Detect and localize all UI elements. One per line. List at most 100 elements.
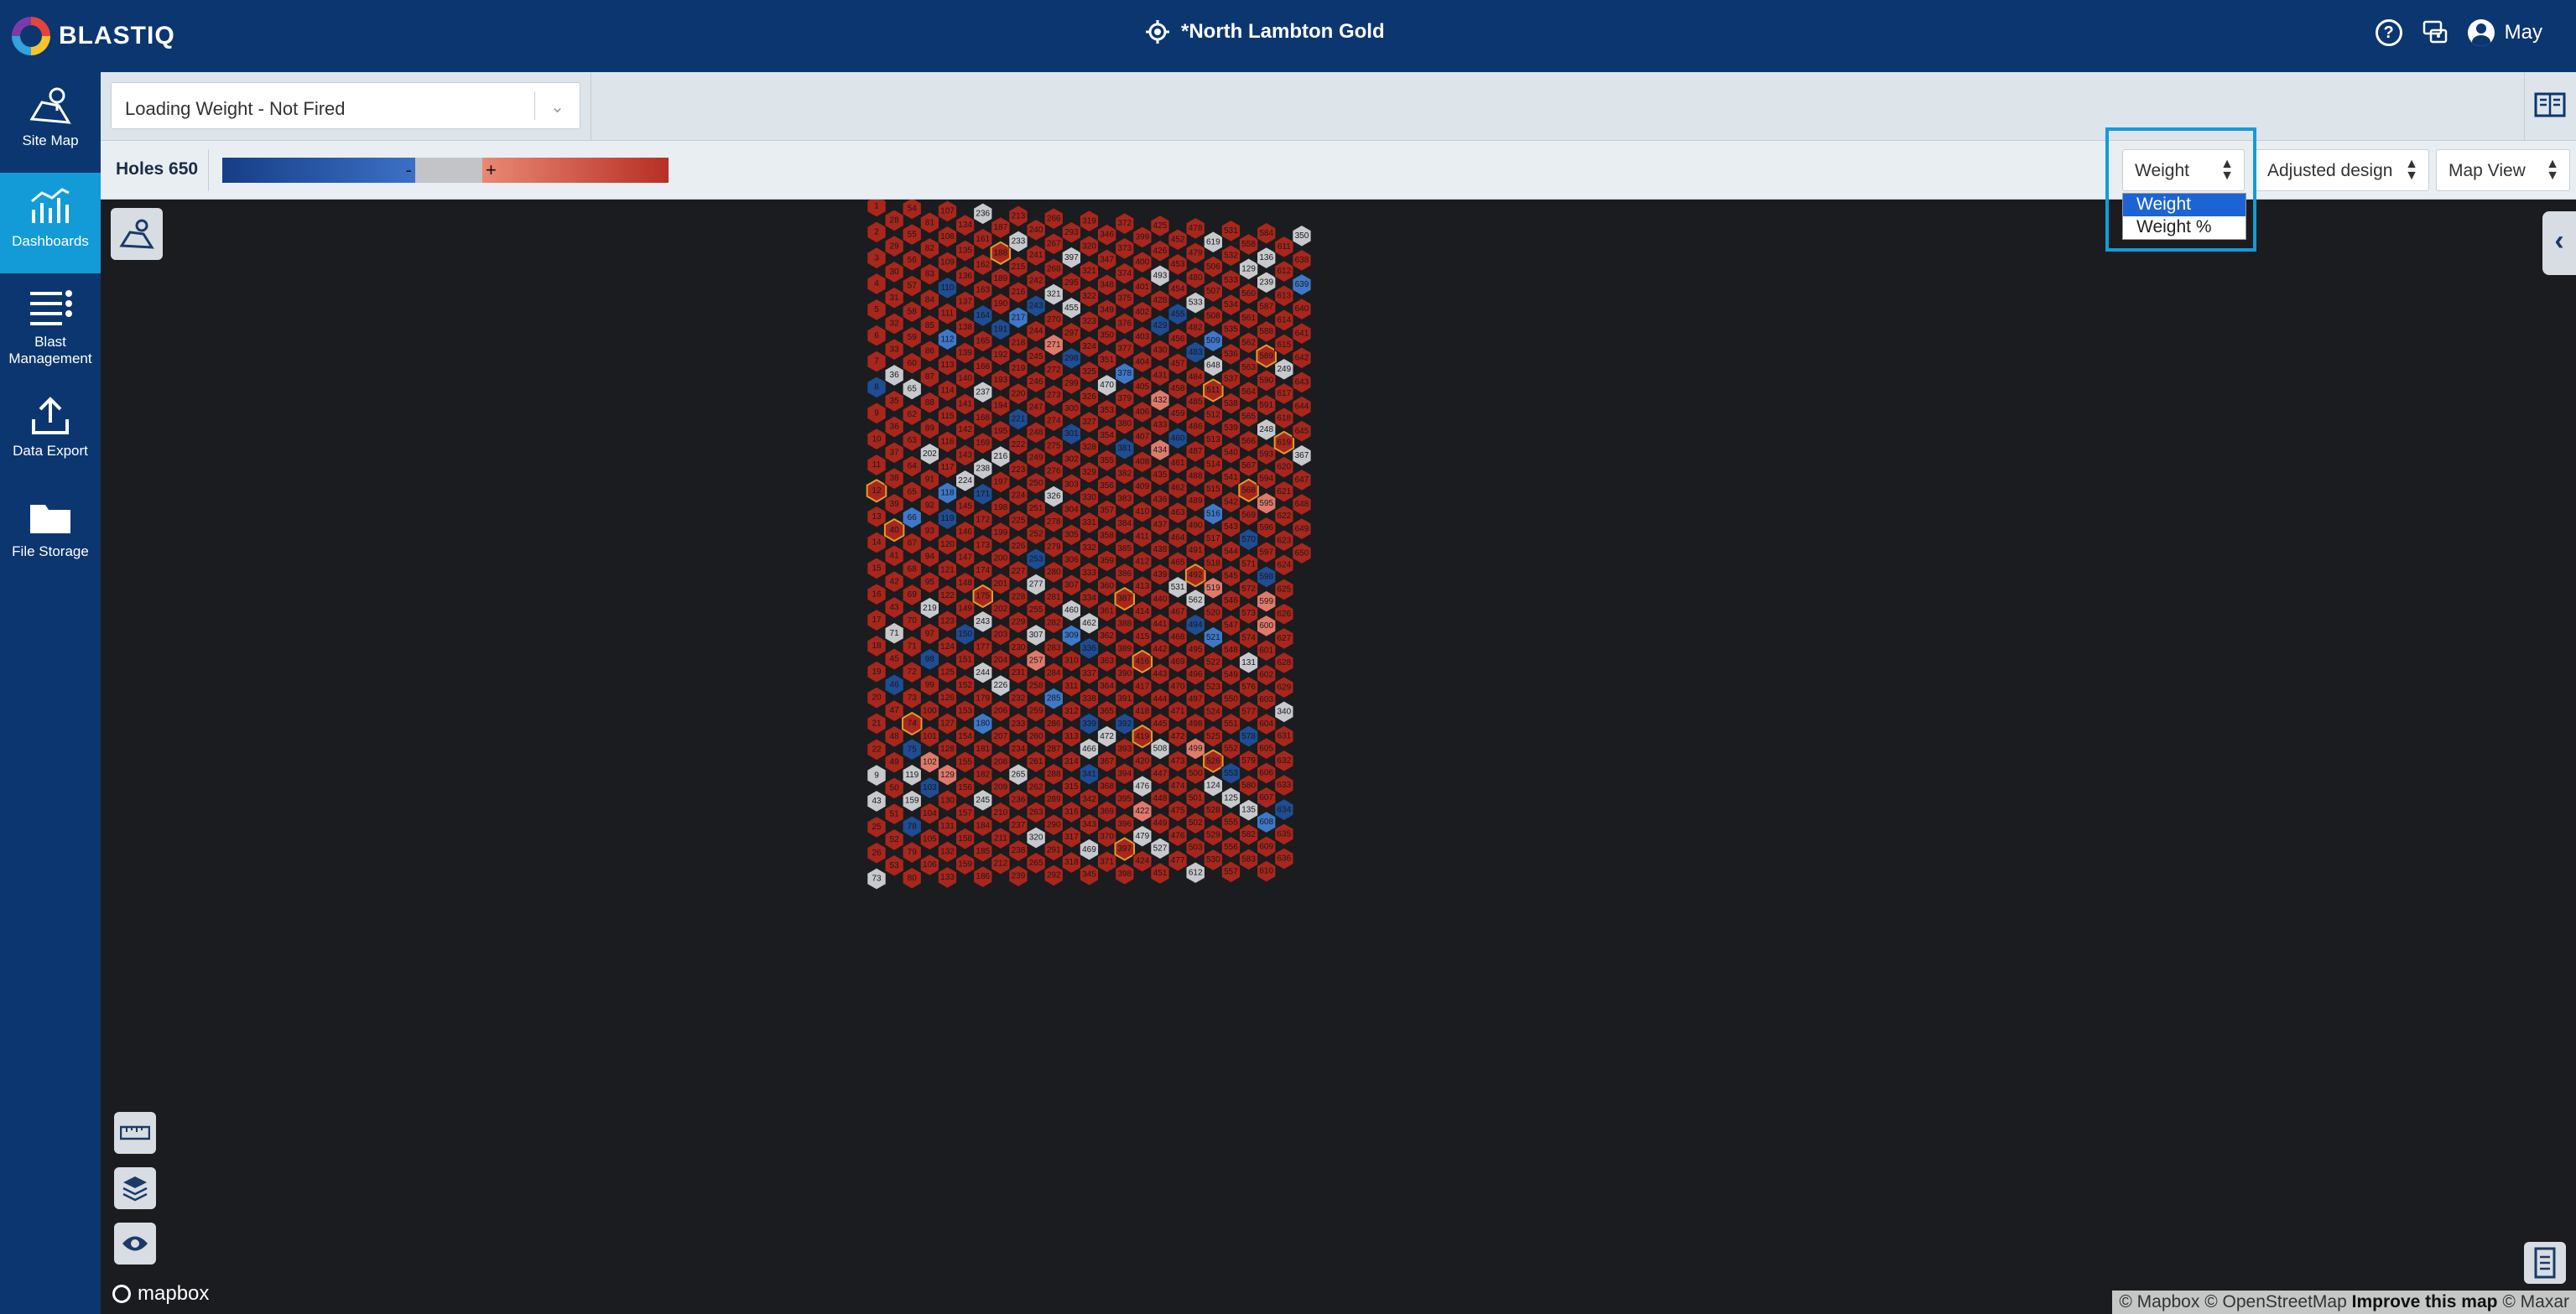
hole-cell[interactable]: 249 <box>1026 446 1047 470</box>
hole-cell[interactable]: 457 <box>1168 352 1188 376</box>
hole-cell[interactable]: 115 <box>937 404 958 428</box>
hole-cell[interactable]: 519 <box>1203 576 1224 600</box>
hole-cell[interactable]: 546 <box>1220 589 1241 613</box>
hole-cell[interactable]: 263 <box>1026 801 1047 824</box>
hole-cell[interactable]: 468 <box>1168 626 1188 649</box>
hole-cell[interactable]: 411 <box>1132 525 1153 548</box>
hole-cell[interactable]: 265 <box>1008 763 1028 787</box>
hole-cell[interactable]: 603 <box>1256 688 1277 711</box>
hole-cell[interactable]: 148 <box>955 571 976 595</box>
hole-cell[interactable]: 246 <box>1026 370 1047 394</box>
hole-cell[interactable]: 420 <box>1132 750 1153 773</box>
hole-cell[interactable]: 461 <box>1168 451 1188 475</box>
hole-cell[interactable]: 297 <box>1061 321 1082 345</box>
hole-cell[interactable]: 459 <box>1168 402 1188 425</box>
hole-cell[interactable]: 215 <box>1008 255 1028 278</box>
hole-cell[interactable]: 430 <box>1150 339 1170 362</box>
hole-cell[interactable]: 102 <box>919 750 940 774</box>
view-select[interactable]: Map View ▲ ▼ <box>2436 149 2570 191</box>
hole-cell[interactable]: 93 <box>919 519 940 543</box>
hole-cell[interactable]: 597 <box>1256 541 1277 564</box>
hole-cell[interactable]: 379 <box>1114 387 1135 411</box>
hole-cell[interactable]: 440 <box>1150 588 1170 611</box>
hole-cell[interactable]: 242 <box>1026 269 1047 293</box>
hole-cell[interactable]: 18 <box>866 634 887 658</box>
hole-cell[interactable]: 550 <box>1220 688 1241 711</box>
hole-cell[interactable]: 276 <box>1043 460 1064 483</box>
hole-cell[interactable]: 157 <box>955 802 976 825</box>
hole-cell[interactable]: 452 <box>1168 228 1188 252</box>
hole-cell[interactable]: 357 <box>1096 499 1117 522</box>
hole-cell[interactable]: 307 <box>1061 574 1082 597</box>
hole-cell[interactable]: 576 <box>1238 675 1259 699</box>
hole-cell[interactable]: 636 <box>1273 847 1294 870</box>
hole-cell[interactable]: 289 <box>1043 787 1064 812</box>
hole-cell[interactable]: 321 <box>1043 283 1064 306</box>
hole-cell[interactable]: 279 <box>1043 535 1064 558</box>
hole-cell[interactable]: 424 <box>1132 849 1153 873</box>
hole-cell[interactable]: 469 <box>1168 650 1188 673</box>
hole-cell[interactable]: 515 <box>1203 477 1224 501</box>
hole-cell[interactable]: 337 <box>1079 662 1100 685</box>
hole-cell[interactable]: 19 <box>866 660 887 683</box>
hole-cell[interactable]: 614 <box>1273 309 1294 332</box>
chevron-down-icon[interactable]: ⌄ <box>534 91 580 120</box>
hole-cell[interactable]: 429 <box>1150 314 1170 337</box>
hole-cell[interactable]: 36 <box>884 415 905 439</box>
hole-cell[interactable]: 493 <box>1150 264 1170 288</box>
hole-cell[interactable]: 64 <box>902 454 923 478</box>
hole-cell[interactable]: 47 <box>884 699 905 723</box>
hole-cell[interactable]: 211 <box>990 826 1011 850</box>
hole-cell[interactable]: 130 <box>937 789 958 813</box>
sidebar-item-site-map[interactable]: Site Map <box>0 72 101 173</box>
hole-cell[interactable]: 185 <box>972 839 993 863</box>
hole-cell[interactable]: 63 <box>902 428 923 452</box>
hole-cell[interactable]: 52 <box>884 828 905 852</box>
hole-cell[interactable]: 615 <box>1273 333 1294 356</box>
hole-cell[interactable]: 418 <box>1132 699 1153 724</box>
hole-cell[interactable]: 395 <box>1114 787 1135 811</box>
hole-cell[interactable]: 197 <box>990 470 1011 494</box>
hole-cell[interactable]: 226 <box>1008 534 1028 558</box>
hole-cell[interactable]: 462 <box>1079 611 1100 635</box>
hole-cell[interactable]: 628 <box>1273 651 1294 675</box>
hole-cell[interactable]: 325 <box>1079 360 1100 384</box>
hole-cell[interactable]: 300 <box>1061 397 1082 421</box>
hole-cell[interactable]: 161 <box>972 227 993 251</box>
hole-cell[interactable]: 68 <box>902 558 923 581</box>
hole-cell[interactable]: 454 <box>1168 278 1188 301</box>
hole-cell[interactable]: 135 <box>1238 798 1259 822</box>
hole-cell[interactable]: 301 <box>1061 422 1082 446</box>
hole-cell[interactable]: 648 <box>1203 354 1224 377</box>
hole-cell[interactable]: 413 <box>1132 574 1153 599</box>
hole-cell[interactable]: 650 <box>1292 542 1312 565</box>
hole-cell[interactable]: 165 <box>972 330 993 353</box>
hole-cell[interactable]: 186 <box>972 865 993 889</box>
hole-cell[interactable]: 97 <box>919 622 940 646</box>
hole-cell[interactable]: 476 <box>1168 823 1188 848</box>
hole-cell[interactable]: 611 <box>1273 235 1294 259</box>
hole-cell[interactable]: 535 <box>1220 318 1241 341</box>
hole-cell[interactable]: 565 <box>1238 405 1259 428</box>
hole-cell[interactable]: 2 <box>866 221 887 244</box>
hole-cell[interactable]: 584 <box>1256 221 1277 245</box>
sidebar-item-blast-management[interactable]: Blast Management <box>0 273 101 374</box>
hole-cell[interactable]: 330 <box>1079 486 1100 510</box>
hole-cell[interactable]: 635 <box>1273 823 1294 846</box>
hole-cell[interactable]: 375 <box>1114 287 1135 310</box>
hole-cell[interactable]: 59 <box>902 325 923 350</box>
hole-cell[interactable]: 277 <box>1026 573 1047 596</box>
hole-cell[interactable]: 503 <box>1185 836 1206 860</box>
hole-cell[interactable]: 402 <box>1132 300 1153 324</box>
hole-cell[interactable]: 154 <box>955 725 976 748</box>
hole-cell[interactable]: 65 <box>902 377 923 401</box>
app-logo[interactable]: BLASTIQ <box>12 17 175 55</box>
hole-cell[interactable]: 311 <box>1061 674 1082 698</box>
hole-cell[interactable]: 174 <box>972 558 993 583</box>
hole-cell[interactable]: 552 <box>1220 737 1241 761</box>
hole-cell[interactable]: 370 <box>1096 825 1117 849</box>
hole-cell[interactable]: 558 <box>1238 232 1259 257</box>
hole-cell[interactable]: 590 <box>1256 369 1277 392</box>
hole-cell[interactable]: 229 <box>1008 610 1028 634</box>
hole-cell[interactable]: 131 <box>1238 651 1259 674</box>
